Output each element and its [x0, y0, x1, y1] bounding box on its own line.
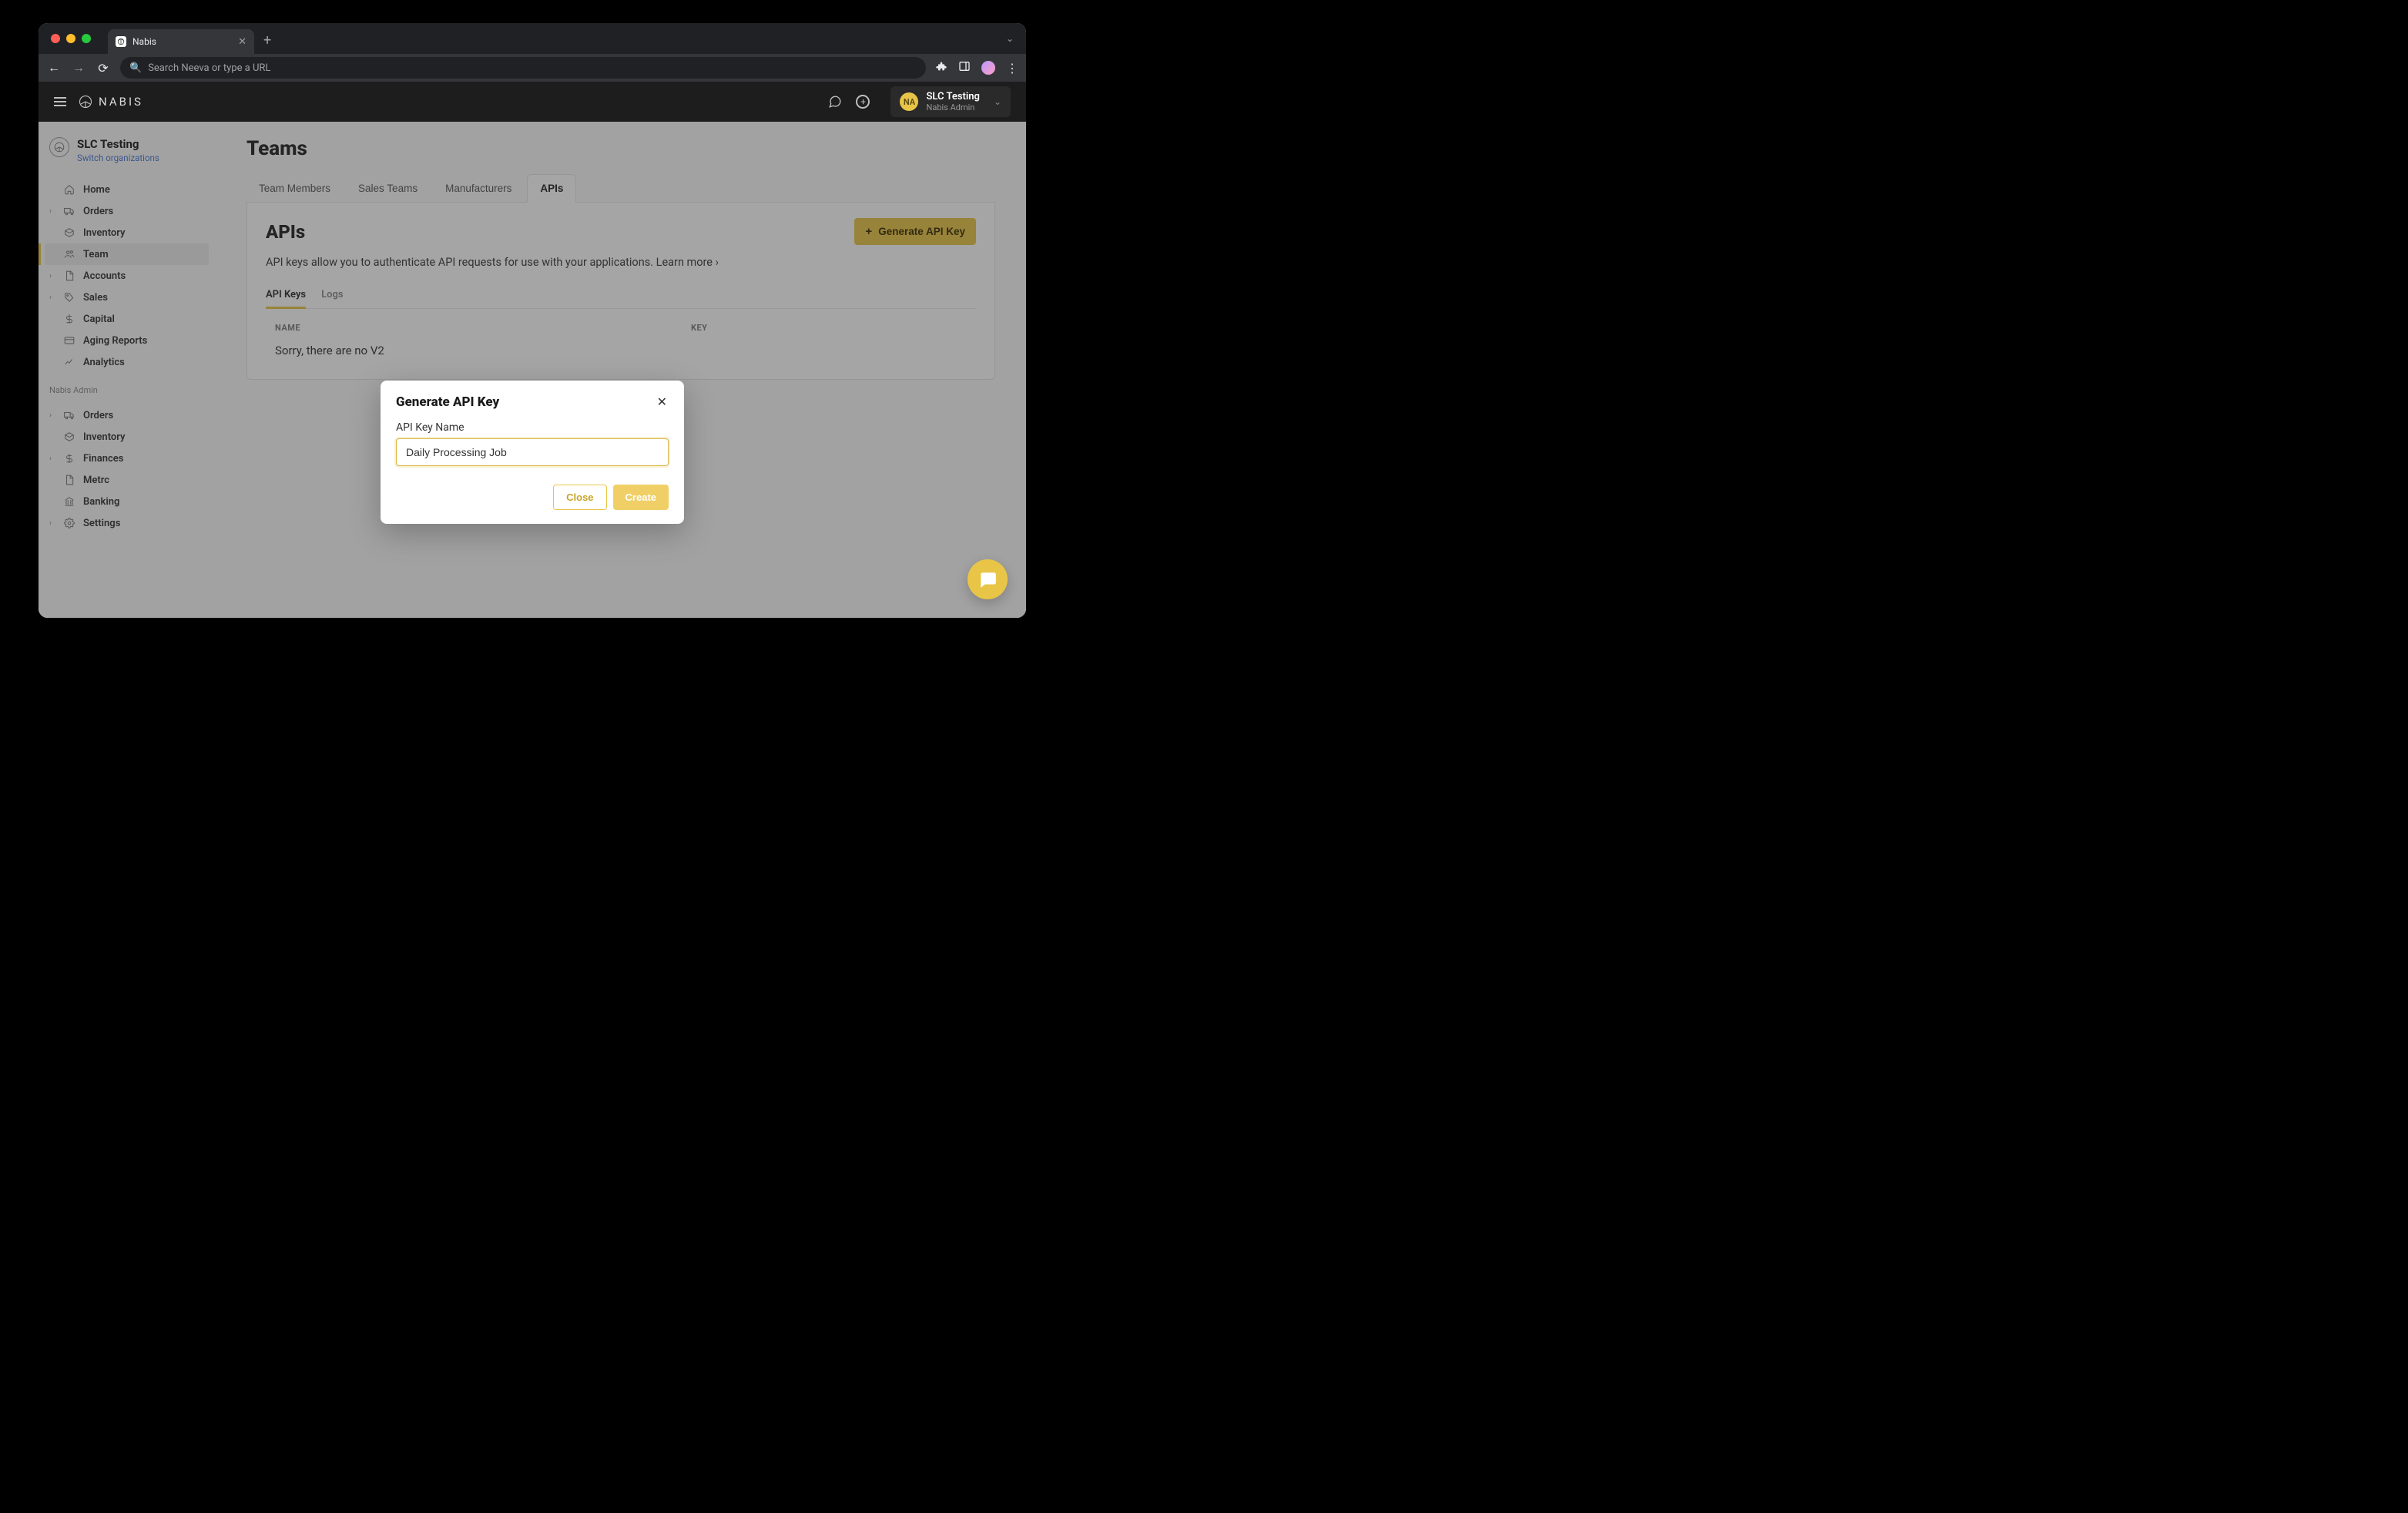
app-header: NABIS + NA SLC Testing Nabis Admin ⌄	[39, 82, 1026, 122]
api-key-name-label: API Key Name	[396, 421, 669, 434]
modal-close-icon[interactable]: ✕	[656, 393, 669, 411]
tab-favicon-icon	[116, 36, 126, 47]
add-icon[interactable]: +	[855, 94, 870, 109]
tab-close-icon[interactable]: ✕	[238, 36, 247, 48]
window-minimize-icon[interactable]	[66, 34, 75, 43]
sidepanel-icon[interactable]	[958, 60, 971, 75]
nav-reload-icon[interactable]: ⟳	[96, 61, 111, 75]
browser-tabstrip: Nabis ✕ + ⌄	[39, 23, 1026, 54]
app-body: SLC Testing Switch organizations ›Home›O…	[39, 122, 1026, 618]
modal-title: Generate API Key	[396, 394, 499, 410]
toolbar-right: ⋮	[935, 60, 1018, 75]
browser-window: Nabis ✕ + ⌄ ← → ⟳ 🔍 Search Neeva or type…	[39, 23, 1026, 618]
new-tab-button[interactable]: +	[263, 32, 271, 49]
tab-title: Nabis	[132, 36, 156, 47]
extensions-icon[interactable]	[935, 60, 947, 75]
app-name: NABIS	[99, 95, 143, 109]
nav-forward-icon: →	[71, 60, 86, 75]
browser-menu-icon[interactable]: ⋮	[1006, 61, 1018, 75]
modal-overlay[interactable]	[39, 122, 1026, 618]
browser-tab[interactable]: Nabis ✕	[108, 29, 254, 54]
chevron-down-icon: ⌄	[994, 96, 1001, 107]
support-chat-button[interactable]	[968, 559, 1008, 599]
search-icon: 🔍	[129, 62, 142, 74]
generate-api-key-modal: Generate API Key ✕ API Key Name Close Cr…	[381, 381, 684, 524]
close-button[interactable]: Close	[553, 485, 606, 510]
user-role: Nabis Admin	[926, 102, 979, 112]
app-logo[interactable]: NABIS	[79, 95, 143, 109]
create-button[interactable]: Create	[613, 485, 669, 510]
browser-toolbar: ← → ⟳ 🔍 Search Neeva or type a URL ⋮	[39, 54, 1026, 82]
address-bar[interactable]: 🔍 Search Neeva or type a URL	[120, 57, 926, 79]
api-key-name-input[interactable]	[396, 438, 669, 466]
nav-back-icon[interactable]: ←	[46, 60, 62, 75]
user-avatar-icon: NA	[900, 92, 918, 111]
user-name: SLC Testing	[926, 91, 979, 103]
profile-avatar-icon[interactable]	[981, 61, 995, 75]
window-zoom-icon[interactable]	[82, 34, 91, 43]
chat-icon[interactable]	[827, 94, 843, 109]
tabs-overflow-icon[interactable]: ⌄	[1006, 33, 1014, 44]
window-close-icon[interactable]	[51, 34, 60, 43]
window-controls	[51, 34, 91, 43]
omnibox-placeholder: Search Neeva or type a URL	[148, 62, 270, 74]
menu-toggle-icon[interactable]	[54, 97, 66, 106]
user-menu[interactable]: NA SLC Testing Nabis Admin ⌄	[890, 86, 1011, 118]
